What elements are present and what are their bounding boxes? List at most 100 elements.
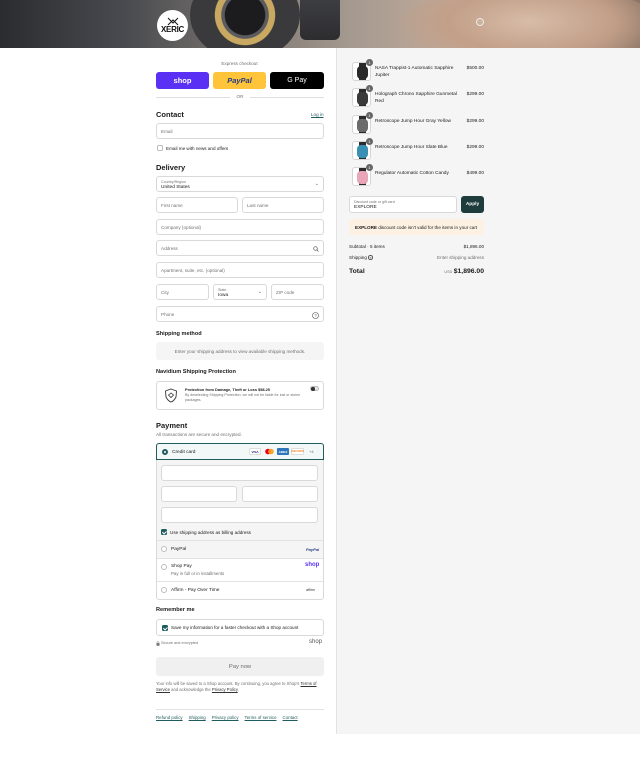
mastercard-icon bbox=[264, 448, 275, 455]
shop-pay-button[interactable]: shop bbox=[156, 72, 209, 89]
state-select[interactable]: State Iowa ⌄ bbox=[213, 284, 267, 300]
shoppay-logo: shop bbox=[305, 562, 320, 568]
company-field[interactable]: Company (optional) bbox=[156, 219, 324, 235]
legal-text: Your info will be saved to a Shop accoun… bbox=[156, 681, 324, 692]
logo-text: XERIC bbox=[161, 25, 184, 34]
banner-ring bbox=[476, 18, 484, 26]
protection-toggle[interactable] bbox=[310, 386, 319, 391]
chevron-down-icon: ⌄ bbox=[314, 181, 319, 187]
shipping-method-notice: Enter your shipping address to view avai… bbox=[174, 348, 306, 354]
country-select[interactable]: Country/Region United States ⌄ bbox=[156, 176, 324, 192]
legal-text-mid: and acknowledge the bbox=[171, 686, 211, 692]
privacy-policy-footer-link[interactable]: Privacy policy bbox=[212, 715, 239, 720]
phone-placeholder: Phone bbox=[161, 312, 175, 317]
help-icon[interactable]: ? bbox=[312, 311, 319, 319]
news-checkbox[interactable] bbox=[157, 145, 163, 151]
shoppay-option-label[interactable]: Shop Pay bbox=[171, 564, 192, 569]
divider bbox=[157, 581, 323, 582]
credit-card-label: Credit card bbox=[172, 449, 196, 455]
google-pay-button[interactable]: G Pay bbox=[270, 72, 324, 89]
city-field[interactable]: City bbox=[156, 284, 209, 300]
visa-icon: VISA bbox=[249, 448, 261, 455]
total-row: USD $1,896.00 bbox=[404, 268, 484, 275]
currency-code: USD bbox=[444, 270, 453, 274]
paypal-logo: PayPal bbox=[306, 547, 320, 552]
thumbnail-watch-face bbox=[357, 145, 368, 158]
legal-text-before: Your info will be saved to a Shop accoun… bbox=[156, 681, 300, 686]
refund-policy-link[interactable]: Refund policy bbox=[156, 715, 183, 720]
terms-of-service-footer-link[interactable]: Terms of service bbox=[245, 715, 277, 720]
paypal-button-label: PayPal bbox=[227, 76, 252, 85]
legal-text-end: . bbox=[237, 686, 239, 692]
privacy-policy-link[interactable]: Privacy Policy bbox=[212, 687, 238, 692]
security-code-field[interactable] bbox=[242, 486, 318, 502]
save-info-label: Save my information for a faster checkou… bbox=[171, 625, 299, 630]
search-icon bbox=[313, 246, 319, 252]
email-placeholder: Email bbox=[161, 129, 173, 134]
affirm-logo: affirm bbox=[306, 588, 315, 592]
name-on-card-field[interactable] bbox=[161, 507, 318, 523]
payment-title: Payment bbox=[156, 421, 188, 430]
discount-label: Discount code or gift card bbox=[354, 199, 395, 204]
contact-link[interactable]: Contact bbox=[283, 715, 298, 720]
shield-icon bbox=[165, 388, 177, 403]
discount-error-message: discount code isn't valid for the items … bbox=[378, 224, 478, 230]
paypal-radio[interactable] bbox=[161, 546, 167, 552]
paypal-option-label[interactable]: PayPal bbox=[171, 547, 186, 552]
total-label: Total bbox=[349, 268, 365, 275]
state-label: State bbox=[218, 287, 227, 292]
subtotal-label: Subtotal · 5 items bbox=[349, 244, 385, 249]
divider bbox=[157, 540, 323, 541]
billing-same-checkbox[interactable] bbox=[161, 529, 167, 535]
last-name-placeholder: Last name bbox=[247, 203, 269, 208]
apartment-field[interactable]: Apartment, suite, etc. (optional) bbox=[156, 262, 324, 278]
remember-box: Save my information for a faster checkou… bbox=[156, 619, 324, 636]
country-value: United States bbox=[161, 184, 190, 190]
apply-button[interactable]: Apply bbox=[461, 196, 484, 213]
product-price: $299.00 bbox=[466, 119, 484, 124]
shoppay-radio[interactable] bbox=[161, 564, 167, 570]
first-name-field[interactable]: First name bbox=[156, 197, 238, 213]
quantity-badge: 1 bbox=[366, 85, 373, 92]
pay-now-button[interactable]: Pay now bbox=[156, 657, 324, 676]
shipping-value: Enter shipping address bbox=[437, 255, 484, 260]
shop-logo: shop bbox=[309, 638, 323, 645]
banner-arm-image bbox=[400, 0, 640, 48]
save-info-checkbox[interactable] bbox=[162, 624, 168, 631]
email-field[interactable]: Email bbox=[156, 123, 324, 139]
billing-same-label: Use shipping address as billing address bbox=[170, 529, 251, 535]
expiry-field[interactable] bbox=[161, 486, 237, 502]
company-placeholder: Company (optional) bbox=[161, 225, 202, 230]
or-label: OR bbox=[236, 94, 244, 99]
state-value: Iowa bbox=[218, 292, 229, 298]
first-name-placeholder: First name bbox=[161, 203, 183, 208]
quantity-badge: 1 bbox=[366, 112, 373, 119]
store-logo[interactable]: XERIC bbox=[157, 10, 188, 41]
last-name-field[interactable]: Last name bbox=[242, 197, 324, 213]
banner-watch-image bbox=[190, 0, 300, 48]
paypal-button[interactable]: PayPal bbox=[213, 72, 266, 89]
login-link[interactable]: Log in bbox=[311, 112, 324, 117]
protection-line1: Protection from Damage, Theft or Loss $5… bbox=[185, 387, 270, 392]
zip-field[interactable]: ZIP code bbox=[271, 284, 324, 300]
apply-label: Apply bbox=[465, 202, 480, 207]
affirm-option-label[interactable]: Affirm - Pay Over Time bbox=[171, 588, 219, 593]
shipping-method-notice-box: Enter your shipping address to view avai… bbox=[156, 342, 324, 360]
or-divider-left bbox=[156, 97, 230, 98]
phone-field[interactable]: Phone ? bbox=[156, 306, 324, 322]
svg-text:?: ? bbox=[314, 313, 317, 318]
address-field[interactable]: Address bbox=[156, 240, 324, 256]
product-price: $499.00 bbox=[466, 171, 484, 176]
credit-card-radio[interactable] bbox=[162, 449, 168, 455]
shipping-link[interactable]: Shipping bbox=[189, 715, 206, 720]
discount-field[interactable]: Discount code or gift card EXPLORE bbox=[349, 196, 457, 213]
shipping-method-title: Shipping method bbox=[156, 331, 202, 337]
amex-icon: AMEX bbox=[277, 448, 289, 455]
contact-title: Contact bbox=[156, 110, 184, 119]
card-number-field[interactable] bbox=[161, 465, 318, 481]
product-price: $299.00 bbox=[466, 145, 484, 150]
info-icon[interactable]: ? bbox=[368, 255, 373, 260]
affirm-radio[interactable] bbox=[161, 587, 167, 593]
quantity-badge: 1 bbox=[366, 138, 373, 145]
city-placeholder: City bbox=[161, 290, 169, 295]
